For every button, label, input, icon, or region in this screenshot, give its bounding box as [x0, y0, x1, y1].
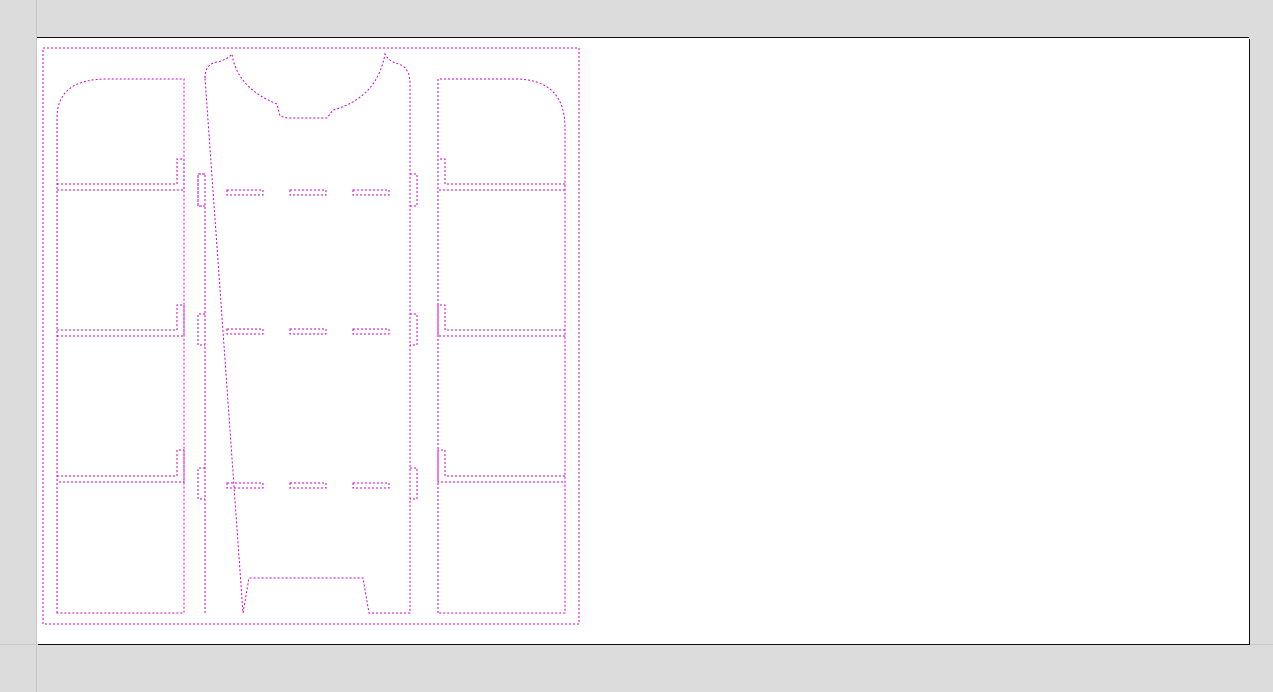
center-slot-r3-c1	[226, 482, 264, 489]
left-shelf-slot-2	[57, 304, 185, 337]
outer-frame	[42, 47, 580, 625]
workspace	[0, 0, 1273, 692]
center-slot-r1-c2	[289, 189, 327, 196]
artboard[interactable]	[37, 38, 1249, 644]
center-left-tab-3	[197, 467, 205, 500]
center-slot-r3-c2	[289, 482, 327, 489]
center-slot-r2-c1	[226, 328, 264, 335]
center-slot-r1-c1	[226, 189, 264, 196]
center-slot-r1-c3	[352, 189, 390, 196]
right-panel-outline	[437, 78, 566, 614]
right-shelf-slot-1	[437, 158, 565, 191]
left-shelf-slot-1	[57, 158, 185, 191]
center-right-tab-1	[410, 173, 418, 207]
center-left-tab-2	[197, 313, 205, 346]
left-panel-outline	[56, 78, 185, 614]
right-shelf-slot-3	[437, 449, 565, 483]
center-slot-r3-c3	[352, 482, 390, 489]
left-side-panel	[56, 78, 185, 614]
right-shelf-slot-2	[437, 304, 565, 337]
cut-layout-drawing	[42, 47, 580, 625]
center-slot-r2-c2	[289, 328, 327, 335]
left-shelf-slot-3	[57, 449, 185, 483]
center-right-tab-2	[410, 313, 418, 346]
center-panel-outline	[197, 52, 411, 614]
right-side-panel	[437, 78, 566, 614]
horizontal-guide	[0, 644, 1273, 645]
center-slot-r2-c3	[352, 328, 390, 335]
center-back-panel	[197, 52, 418, 614]
center-right-tab-3	[410, 467, 418, 500]
center-left-tab-1	[197, 173, 205, 207]
